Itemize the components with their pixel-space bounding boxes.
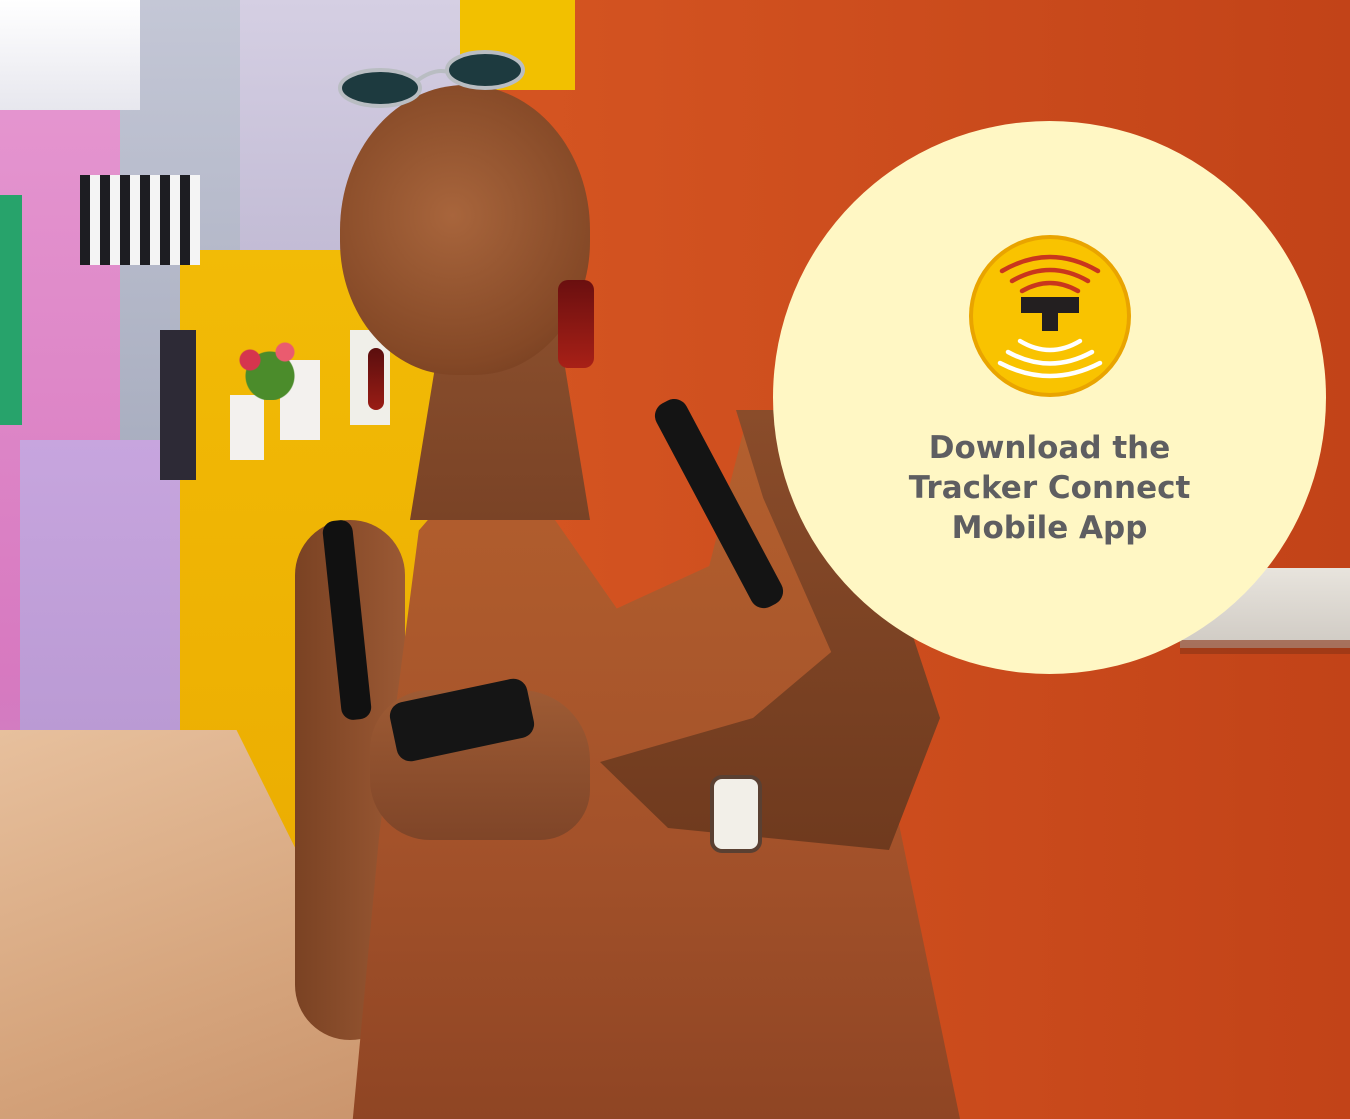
- cta-line-1: Download the: [928, 430, 1171, 466]
- ad-banner: Download the Tracker Connect Mobile App: [0, 0, 1350, 1119]
- download-app-cta[interactable]: Download the Tracker Connect Mobile App: [842, 428, 1257, 548]
- wall-ledge-shadow: [1180, 640, 1350, 654]
- green-house-edge: [0, 195, 22, 425]
- planter: [230, 395, 264, 460]
- flowers: [220, 320, 320, 400]
- woman-head: [340, 85, 590, 375]
- sunglasses-icon: [338, 50, 525, 108]
- cta-line-3: Mobile App: [951, 510, 1148, 546]
- white-roofline: [0, 0, 140, 110]
- tracker-t-logo-icon[interactable]: [964, 233, 1136, 399]
- earring: [558, 280, 594, 368]
- striped-awning: [80, 175, 200, 265]
- dark-doorway: [160, 330, 196, 480]
- earring: [368, 348, 384, 410]
- cta-line-2: Tracker Connect: [908, 470, 1191, 506]
- wristwatch: [710, 775, 762, 853]
